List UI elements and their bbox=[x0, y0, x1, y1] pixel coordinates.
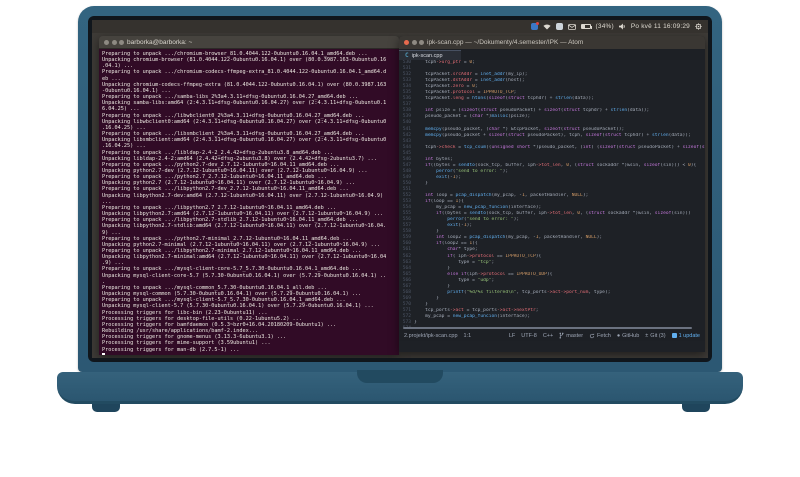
status-fetch[interactable]: Fetch bbox=[589, 333, 611, 339]
code-line: 574 bbox=[399, 326, 705, 327]
atom-titlebar[interactable]: ipk-scan.cpp — ~/Dokumenty/4.semester/IP… bbox=[399, 36, 705, 49]
terminal-line: Unpacking libpython2.7-stdlib:amd64 (2.7… bbox=[102, 223, 387, 230]
terminal-line: Preparing to unpack .../mysql-client-cor… bbox=[102, 266, 362, 273]
terminal-close-button[interactable] bbox=[104, 39, 109, 45]
terminal-output[interactable]: Preparing to unpack .../chromium-browser… bbox=[99, 49, 399, 355]
atom-minimize-button[interactable] bbox=[411, 40, 417, 45]
code-line: 544 tcph->check = tcp_csum((unsigned sho… bbox=[399, 145, 705, 151]
terminal-line: Unpacking libldap-2.4-2:amd64 (2.4.42+df… bbox=[102, 155, 377, 162]
terminal-line: Unpacking samba-libs:amd64 (2:4.3.11+dfs… bbox=[102, 100, 387, 107]
top-panel: (34%) Po kvě 11 16:09:29 bbox=[92, 20, 708, 33]
terminal-cursor bbox=[102, 352, 105, 355]
status-git-branch[interactable]: master bbox=[559, 332, 583, 339]
atom-status-bar: 2.projekt/ipk-scan.cpp 1:1 LF UTF-8 C++ … bbox=[399, 330, 705, 341]
atom-title: ipk-scan.cpp — ~/Dokumenty/4.semester/IP… bbox=[427, 39, 584, 46]
laptop-foot-left bbox=[92, 404, 120, 412]
package-update-icon bbox=[671, 333, 677, 338]
branch-icon bbox=[559, 332, 564, 339]
terminal-line: Unpacking libpython2.7-dev:amd64 (2.7.12… bbox=[102, 192, 384, 199]
status-git-changes[interactable]: ± Git (3) bbox=[645, 333, 665, 339]
laptop-notch bbox=[357, 370, 443, 383]
atom-close-button[interactable] bbox=[404, 40, 409, 45]
terminal-title: barborka@barborka: ~ bbox=[127, 38, 193, 46]
page: (34%) Po kvě 11 16:09:29 barborka@barbor… bbox=[0, 0, 800, 477]
terminal-titlebar[interactable]: barborka@barborka: ~ bbox=[99, 36, 399, 49]
terminal-line: Unpacking libpython2.7-minimal:amd64 (2.… bbox=[102, 254, 387, 261]
atom-tab-bar: C ipk-scan.cpp bbox=[399, 49, 705, 60]
tab-ipk-scan-cpp[interactable]: C ipk-scan.cpp bbox=[399, 50, 461, 60]
laptop-lid: (34%) Po kvě 11 16:09:29 barborka@barbor… bbox=[78, 6, 722, 372]
clock[interactable]: Po kvě 11 16:09:29 bbox=[631, 23, 690, 30]
terminal-window: barborka@barborka: ~ Preparing to unpack… bbox=[99, 36, 399, 355]
atom-window: ipk-scan.cpp — ~/Dokumenty/4.semester/IP… bbox=[399, 36, 705, 352]
terminal-line: Processing triggers for man-db (2.7.5-1)… bbox=[102, 346, 240, 353]
sync-icon bbox=[589, 332, 595, 338]
terminal-maximize-button[interactable] bbox=[119, 39, 124, 45]
mail-icon[interactable] bbox=[567, 22, 576, 31]
desktop: (34%) Po kvě 11 16:09:29 barborka@barbor… bbox=[92, 20, 708, 358]
git-diff-icon: ± bbox=[645, 332, 649, 339]
wifi-icon[interactable] bbox=[542, 22, 551, 31]
status-grammar[interactable]: C++ bbox=[543, 333, 553, 339]
status-updates[interactable]: 1 update bbox=[671, 333, 700, 339]
laptop-foot-right bbox=[682, 404, 710, 412]
input-method-icon[interactable] bbox=[530, 22, 539, 31]
terminal-line: Unpacking mysql-client-5.7 (5.7.30-0ubun… bbox=[102, 303, 374, 310]
cpp-file-icon: C bbox=[405, 52, 409, 59]
code-editor[interactable]: 530 tcph->urg_ptr = 0; 531 532 tcpPacket.… bbox=[399, 60, 705, 327]
terminal-line: Unpacking libsmbclient:amd64 (2:4.3.11+d… bbox=[102, 137, 387, 144]
atom-maximize-button[interactable] bbox=[419, 40, 424, 45]
terminal-line: Unpacking libwbclient0:amd64 (2:4.3.11+d… bbox=[102, 118, 387, 125]
terminal-line: Preparing to unpack .../libwbclient0_2%3… bbox=[102, 112, 365, 119]
terminal-minimize-button[interactable] bbox=[111, 39, 117, 45]
tab-label: ipk-scan.cpp bbox=[411, 52, 443, 59]
battery-percent: (34%) bbox=[595, 23, 614, 30]
keyboard-layout-icon[interactable] bbox=[555, 22, 563, 31]
line-number: 574 bbox=[399, 326, 414, 327]
terminal-line: Unpacking mysql-client-core-5.7 (5.7.30-… bbox=[102, 272, 387, 279]
laptop-bezel: (34%) Po kvě 11 16:09:29 barborka@barbor… bbox=[88, 16, 712, 362]
github-icon: ● bbox=[616, 332, 621, 339]
code-line: 542 memcpy(pseudo_packet + sizeof(struct… bbox=[399, 133, 705, 139]
status-cursor-position[interactable]: 1:1 bbox=[464, 333, 472, 339]
terminal-line: Unpacking chromium-browser (81.0.4044.12… bbox=[102, 57, 387, 64]
battery-icon[interactable] bbox=[580, 22, 592, 31]
session-gear-icon[interactable] bbox=[695, 22, 702, 31]
status-file-path[interactable]: 2.projekt/ipk-scan.cpp bbox=[404, 333, 458, 339]
status-github[interactable]: ● GitHub bbox=[617, 333, 639, 339]
terminal-line: Preparing to unpack .../chromium-codecs-… bbox=[102, 69, 387, 76]
volume-icon[interactable] bbox=[618, 22, 626, 31]
status-line-ending[interactable]: LF bbox=[509, 333, 515, 339]
status-encoding[interactable]: UTF-8 bbox=[521, 333, 537, 339]
